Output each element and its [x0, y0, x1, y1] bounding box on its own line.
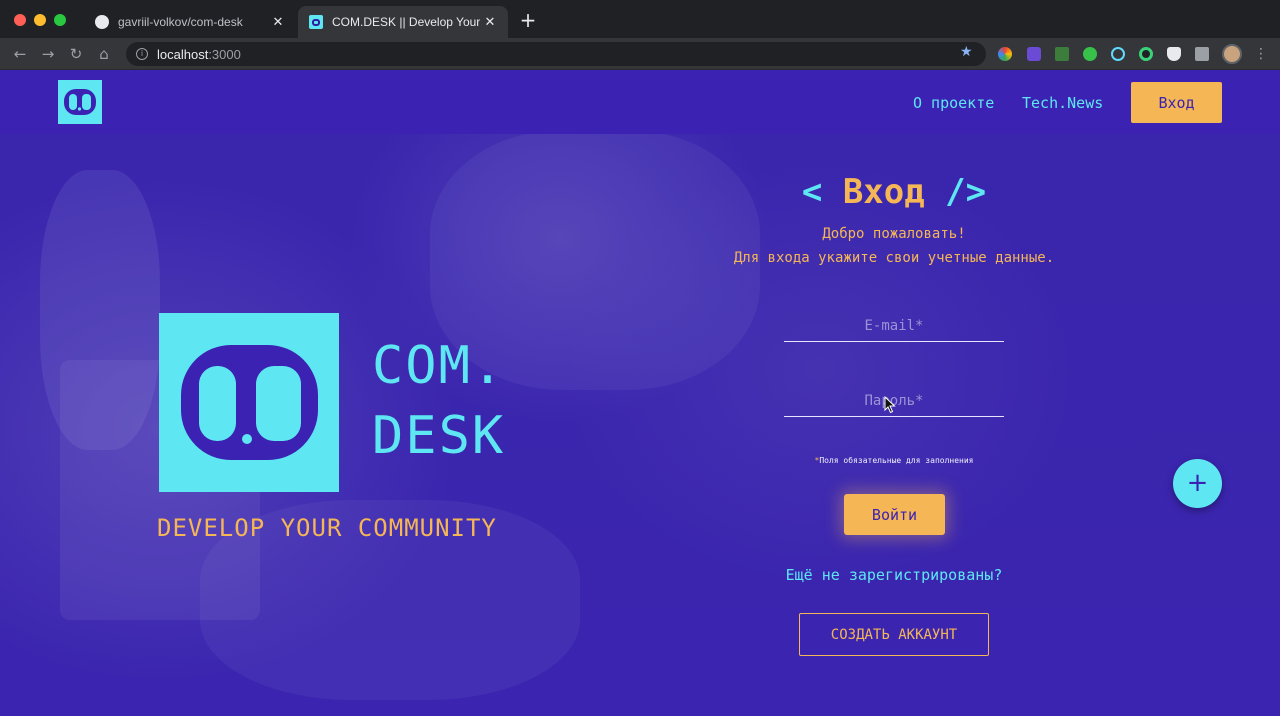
site-info-icon[interactable]: i: [136, 48, 148, 60]
window-maximize-button[interactable]: [54, 14, 66, 26]
extension-color-icon[interactable]: [998, 47, 1012, 61]
nav-link-tech-news[interactable]: Tech.News: [1022, 94, 1103, 112]
comdesk-favicon-icon: [308, 14, 324, 30]
address-bar[interactable]: i localhost:3000: [126, 42, 986, 66]
reload-icon[interactable]: ↻: [66, 44, 86, 64]
browser-tab-comdesk[interactable]: COM.DESK || Develop Your Com ✕: [298, 6, 508, 38]
browser-tab-github[interactable]: gavriil-volkov/com-desk ✕: [84, 6, 296, 38]
forward-arrow-icon[interactable]: →: [38, 44, 58, 64]
extension-lime-icon[interactable]: [1083, 47, 1097, 61]
github-icon: [94, 14, 110, 30]
window-minimize-button[interactable]: [34, 14, 46, 26]
site-navbar: О проекте Tech.News Вход: [0, 70, 1280, 134]
title-bracket-open: <: [801, 172, 843, 212]
comdesk-logo-icon: [181, 345, 318, 460]
nav-link-about[interactable]: О проекте: [913, 94, 994, 112]
title-text: Вход: [842, 172, 925, 212]
extension-badge-icon[interactable]: [1027, 47, 1041, 61]
bookmark-star-icon[interactable]: ★: [960, 44, 973, 60]
login-title: < Вход />: [694, 172, 1094, 212]
nav-login-button[interactable]: Вход: [1131, 82, 1222, 123]
welcome-text: Добро пожаловать!: [822, 226, 966, 242]
close-tab-icon[interactable]: ✕: [482, 14, 498, 30]
url-text: localhost:3000: [157, 46, 241, 62]
browser-tab-bar: gavriil-volkov/com-desk ✕ COM.DESK || De…: [0, 0, 1280, 38]
browser-toolbar: ← → ↻ ⌂ i localhost:3000 ★ ⋮: [0, 38, 1280, 70]
create-account-button[interactable]: СОЗДАТЬ АККАУНТ: [799, 613, 989, 656]
brand-name-line-1: COM.: [372, 336, 506, 396]
comdesk-logo-icon: [64, 89, 96, 115]
floating-add-button[interactable]: +: [1173, 459, 1222, 508]
back-arrow-icon[interactable]: ←: [10, 44, 30, 64]
react-devtools-icon[interactable]: [1111, 47, 1125, 61]
page: О проекте Tech.News Вход COM. DESK DEVEL…: [0, 70, 1280, 716]
required-fields-hint: *Поля обязательные для заполнения: [694, 456, 1094, 465]
login-submit-button[interactable]: Войти: [844, 494, 945, 535]
home-icon[interactable]: ⌂: [94, 44, 114, 64]
hero-logo: [159, 313, 339, 492]
required-hint-text: Поля обязательные для заполнения: [819, 456, 974, 465]
not-registered-text: Ещё не зарегистрированы?: [785, 566, 1003, 584]
tab-title: gavriil-volkov/com-desk: [118, 15, 243, 29]
new-tab-button[interactable]: +: [518, 10, 538, 30]
comdesk-logo[interactable]: [58, 80, 102, 124]
shield-icon[interactable]: [1167, 47, 1181, 61]
extension-target-icon[interactable]: [1139, 47, 1153, 61]
browser-menu-icon[interactable]: ⋮: [1254, 44, 1268, 64]
tab-title: COM.DESK || Develop Your Com: [332, 15, 482, 29]
title-bracket-close: />: [924, 172, 987, 212]
brand-name-line-2: DESK: [372, 406, 506, 466]
extension-green-icon[interactable]: [1055, 47, 1069, 61]
instruction-text: Для входа укажите свои учетные данные.: [733, 250, 1055, 266]
hero-tagline: DEVELOP YOUR COMMUNITY: [157, 514, 497, 542]
close-tab-icon[interactable]: ✕: [270, 14, 286, 30]
extensions-puzzle-icon[interactable]: [1195, 47, 1209, 61]
window-close-button[interactable]: [14, 14, 26, 26]
profile-avatar[interactable]: [1222, 44, 1242, 64]
email-input[interactable]: [784, 310, 1004, 342]
mouse-cursor-icon: [884, 396, 896, 414]
